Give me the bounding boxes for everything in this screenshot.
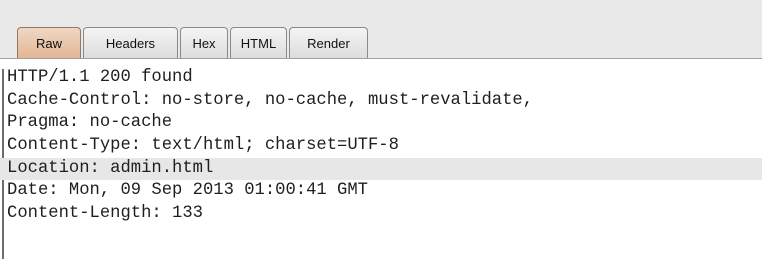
http-response-viewer: Raw Headers Hex HTML Render HTTP/1.1 200… [0,0,762,265]
tab-html[interactable]: HTML [230,27,287,59]
tab-hex[interactable]: Hex [180,27,228,59]
response-header-date: Date: Mon, 09 Sep 2013 01:00:41 GMT [7,181,368,201]
tab-raw[interactable]: Raw [17,27,81,59]
tab-render[interactable]: Render [289,27,368,59]
response-header-cache-control: Cache-Control: no-store, no-cache, must-… [7,90,534,110]
raw-response-text[interactable]: HTTP/1.1 200 found Cache-Control: no-sto… [0,58,762,265]
response-header-location: Location: admin.html [0,157,762,181]
response-header-pragma: Pragma: no-cache [7,113,173,133]
tab-headers[interactable]: Headers [83,27,178,59]
response-status-line: HTTP/1.1 200 found [7,68,193,87]
tab-bar: Raw Headers Hex HTML Render [17,27,370,59]
response-header-content-type: Content-Type: text/html; charset=UTF-8 [7,136,399,156]
response-header-content-length: Content-Length: 133 [7,204,203,224]
